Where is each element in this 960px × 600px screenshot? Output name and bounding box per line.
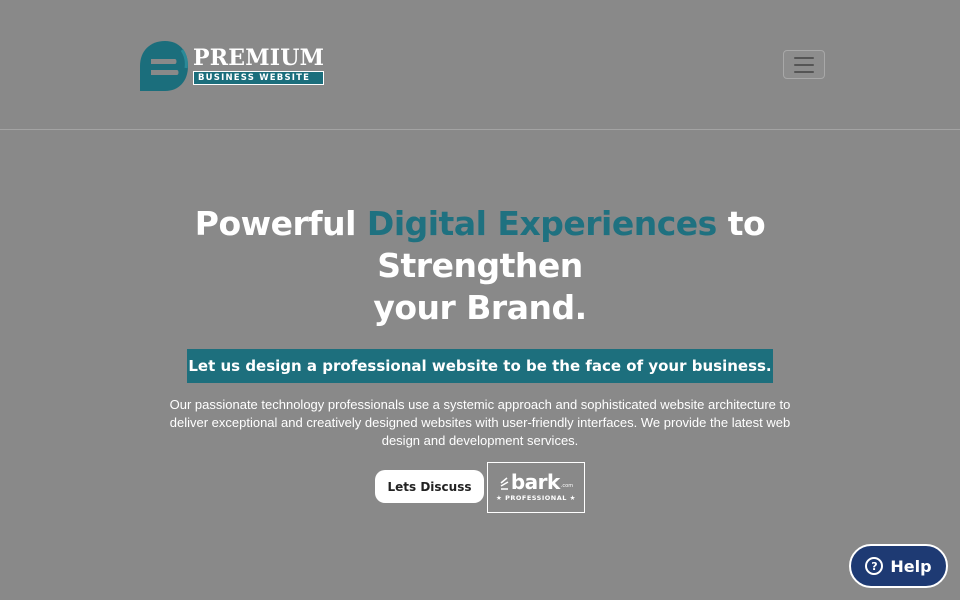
question-circle-icon: ? xyxy=(865,557,884,575)
hero-title-part1: Powerful xyxy=(194,204,367,243)
hero-description: Our passionate technology professionals … xyxy=(169,397,791,448)
bark-name: bark xyxy=(510,470,560,494)
hamburger-menu-icon-bar xyxy=(794,70,814,73)
hero-title-part3: your Brand. xyxy=(373,288,587,327)
hero-title-accent: Digital Experiences xyxy=(366,204,717,243)
help-label: Help xyxy=(890,556,932,576)
help-button[interactable]: ? Help xyxy=(849,544,948,588)
hamburger-menu-icon-bar xyxy=(794,56,814,59)
bark-professional-label: ★ PROFESSIONAL ★ xyxy=(496,494,576,502)
e-logo-icon xyxy=(139,40,189,92)
hamburger-menu-icon-bar xyxy=(794,63,814,66)
site-logo[interactable]: PREMIUM BUSINESS WEBSITE xyxy=(139,39,334,93)
bark-logo-icon xyxy=(499,477,509,491)
hero-title: Powerful Digital Experiences to Strength… xyxy=(150,203,810,329)
logo-subtitle: BUSINESS WEBSITE xyxy=(193,71,325,85)
lets-discuss-button[interactable]: Lets Discuss xyxy=(375,470,484,503)
bark-professional-badge[interactable]: bark .com ★ PROFESSIONAL ★ xyxy=(487,462,585,513)
logo-title: PREMIUM xyxy=(193,45,325,71)
hero-tagline: Let us design a professional website to … xyxy=(187,349,773,383)
bark-domain: .com xyxy=(560,483,574,489)
hamburger-menu-button[interactable] xyxy=(783,50,825,79)
site-header: PREMIUM BUSINESS WEBSITE xyxy=(0,0,960,130)
